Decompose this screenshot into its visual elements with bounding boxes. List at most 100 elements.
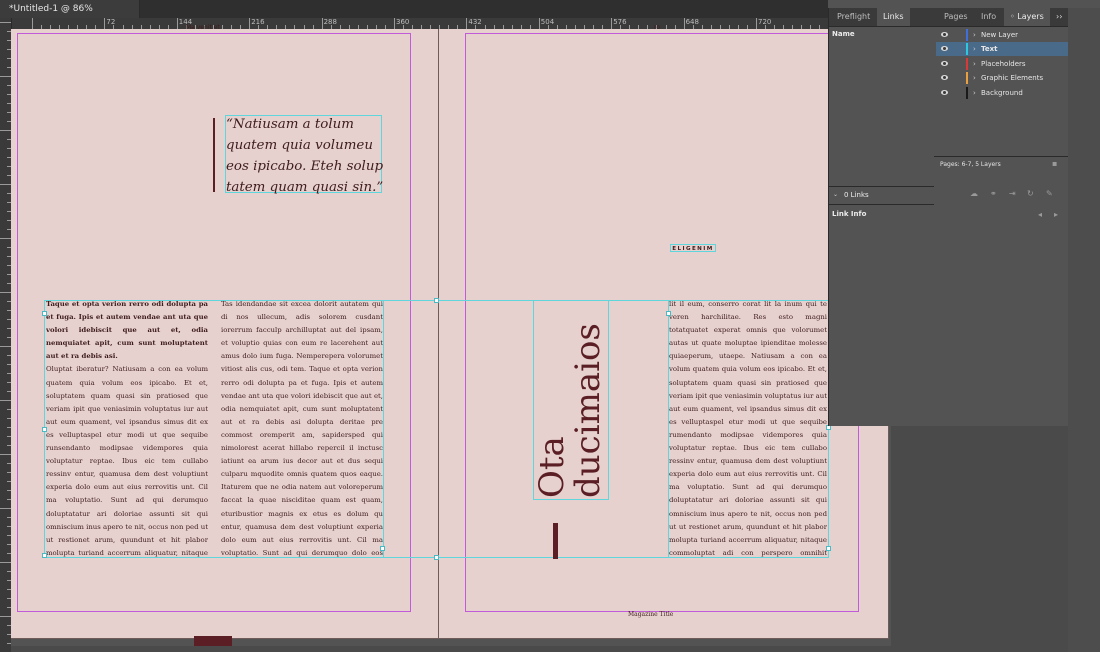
frame-handle[interactable] xyxy=(666,311,671,316)
ruler-tick xyxy=(0,400,11,401)
frame-handle[interactable] xyxy=(434,555,439,560)
relink-icon[interactable]: ⚭ xyxy=(990,189,997,198)
layer-color-swatch xyxy=(966,72,968,84)
title-rule xyxy=(553,523,558,559)
visibility-eye-icon[interactable] xyxy=(941,61,948,66)
layer-color-swatch xyxy=(966,87,968,99)
page-tab-marker xyxy=(194,636,232,646)
layer-name: Graphic Elements xyxy=(981,74,1044,82)
spread-spine xyxy=(438,29,439,639)
ruler-tick xyxy=(0,76,11,77)
edit-original-icon[interactable]: ✎ xyxy=(1046,189,1053,198)
ruler-label: 360 xyxy=(396,18,410,26)
ruler-tick xyxy=(756,18,757,29)
new-layer-icon[interactable]: ▪ xyxy=(1052,159,1057,168)
frame-handle[interactable] xyxy=(434,298,439,303)
expand-layer-icon[interactable]: › xyxy=(973,28,976,42)
ruler-tick xyxy=(0,22,11,23)
ruler-tick xyxy=(104,18,106,29)
tab-info[interactable]: Info xyxy=(975,8,1002,26)
layers-footer-text: Pages: 6-7, 5 Layers xyxy=(940,161,1001,168)
body-column-3[interactable]: lit il eum, conserro corat lit la inum q… xyxy=(669,298,827,560)
folio-left: Ma venit et xyxy=(186,24,220,31)
frame-overset-handle[interactable] xyxy=(380,546,385,551)
relink-cc-icon[interactable]: ☁ xyxy=(970,189,978,198)
vertical-title-line-1: Ota xyxy=(532,436,572,498)
ruler-tick xyxy=(0,616,11,617)
expand-layer-icon[interactable]: › xyxy=(973,57,976,71)
layer-name: Text xyxy=(981,45,998,53)
ruler-tick xyxy=(321,18,323,29)
eligenim-label[interactable]: ELIGENIM xyxy=(670,244,716,252)
links-column-name[interactable]: Name xyxy=(832,30,855,38)
ruler-tick xyxy=(394,18,395,29)
frame-handle[interactable] xyxy=(42,311,47,316)
ruler-tick xyxy=(611,18,613,29)
thread-line-bottom xyxy=(384,557,668,558)
expand-layer-icon[interactable]: › xyxy=(973,86,976,100)
ruler-tick xyxy=(249,18,251,29)
visibility-eye-icon[interactable] xyxy=(941,32,948,37)
expand-layer-icon[interactable]: › xyxy=(973,42,976,56)
ruler-label: 504 xyxy=(540,18,555,26)
tab-links[interactable]: Links xyxy=(877,8,910,26)
go-to-link-icon[interactable]: ⇥ xyxy=(1009,189,1016,198)
frame-handle[interactable] xyxy=(42,427,47,432)
tab-layers-label: Layers xyxy=(1017,12,1044,21)
ruler-tick xyxy=(0,454,11,455)
next-link-icon[interactable]: ▸ xyxy=(1054,210,1058,219)
ruler-tick xyxy=(0,184,11,185)
tab-layers[interactable]: ◦ Layers xyxy=(1004,8,1050,26)
bottom-scrollbar[interactable] xyxy=(11,646,891,652)
expand-layer-icon[interactable]: › xyxy=(973,71,976,85)
tab-pages[interactable]: Pages xyxy=(938,8,974,26)
layers-footer: Pages: 6-7, 5 Layers xyxy=(934,158,1090,172)
update-link-icon[interactable]: ↻ xyxy=(1027,189,1034,198)
pull-quote[interactable]: “Natiusam a tolum quatem quia volumeu eo… xyxy=(226,114,384,198)
link-info-label: Link Info xyxy=(832,210,867,218)
ruler-tick xyxy=(538,18,540,29)
ruler-tick xyxy=(0,346,11,347)
tab-preflight[interactable]: Preflight xyxy=(831,8,876,26)
magazine-title: Magazine Title xyxy=(628,611,674,618)
ruler-tick xyxy=(0,130,11,131)
ruler-label: 720 xyxy=(758,18,772,26)
expand-panels-icon[interactable]: ›› xyxy=(1056,12,1062,21)
visibility-eye-icon[interactable] xyxy=(941,90,948,95)
body-column-2[interactable]: Tas idendandae sit excea dolorit autatem… xyxy=(221,298,383,560)
links-collapse-icon[interactable]: ⌄ xyxy=(833,191,838,198)
ruler-tick xyxy=(0,238,11,239)
ruler-label: 72 xyxy=(106,18,116,26)
visibility-eye-icon[interactable] xyxy=(941,75,948,80)
document-tab[interactable]: *Untitled-1 @ 86% [Converted] × xyxy=(0,0,140,32)
links-panel-tabs: Preflight Links xyxy=(829,8,935,27)
body-paragraph: Oluptat iberatur? Natiusam a con ea volu… xyxy=(46,365,208,557)
folio-right: ro xyxy=(654,24,661,31)
ruler-tick xyxy=(32,18,33,29)
previous-link-icon[interactable]: ◂ xyxy=(1038,210,1042,219)
ruler-label: 648 xyxy=(685,18,699,26)
pull-quote-rule xyxy=(213,118,215,192)
panel-dock xyxy=(1068,8,1100,652)
ruler-tick xyxy=(176,18,178,29)
layers-panel-tabs: Pages Info ◦ Layers ›› xyxy=(934,8,1068,27)
frame-handle[interactable] xyxy=(826,546,831,551)
body-column-1[interactable]: Taque et opta verion rerro odi dolupta p… xyxy=(46,298,208,560)
layer-color-swatch xyxy=(966,43,968,55)
layer-color-swatch xyxy=(966,29,968,41)
ruler-tick xyxy=(0,508,11,509)
vertical-title-line-2: ducimaios xyxy=(568,323,608,498)
ruler-label: 576 xyxy=(613,18,627,26)
thread-line-top xyxy=(384,300,668,301)
ruler-label: 288 xyxy=(323,18,337,26)
vertical-title[interactable]: Ota ducimaios xyxy=(532,300,608,498)
tab-bar xyxy=(140,0,828,18)
layer-color-swatch xyxy=(966,58,968,70)
page-bottom-edge xyxy=(11,638,889,639)
body-paragraph: Tas idendandae sit excea dolorit autatem… xyxy=(221,300,383,557)
ruler-label: 216 xyxy=(251,18,265,26)
pasteboard-right xyxy=(891,426,1068,652)
links-panel: Preflight Links Name ⌄ 0 Links Link Info xyxy=(828,8,1069,426)
frame-handle[interactable] xyxy=(42,553,47,558)
visibility-eye-icon[interactable] xyxy=(941,46,948,51)
